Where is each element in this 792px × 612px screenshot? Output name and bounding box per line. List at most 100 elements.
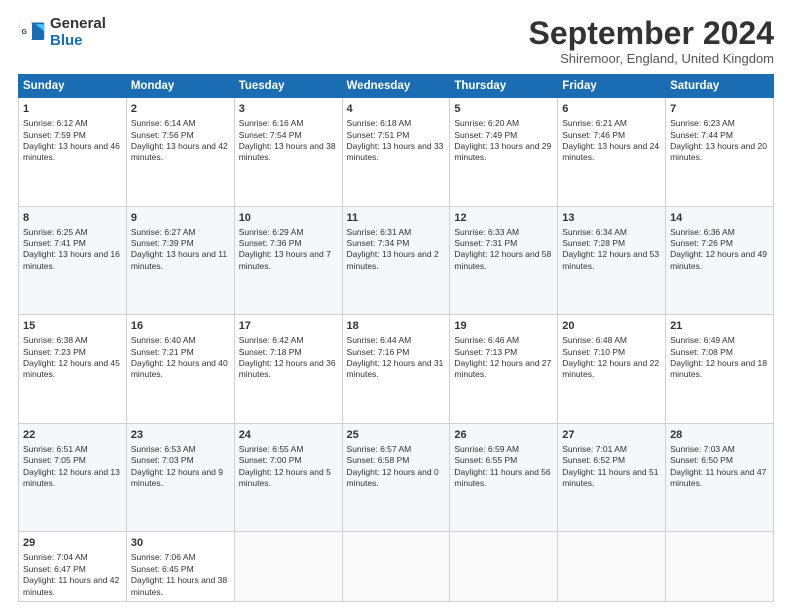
day-number: 24 [239,428,338,443]
sunrise-label: Sunrise: 6:14 AM [131,118,196,128]
sunrise-label: Sunrise: 6:29 AM [239,227,304,237]
sunset-label: Sunset: 7:26 PM [670,238,733,248]
logo-text: General Blue [50,16,106,49]
table-row: 29 Sunrise: 7:04 AM Sunset: 6:47 PM Dayl… [19,532,127,602]
daylight-label: Daylight: 11 hours and 51 minutes. [562,467,658,488]
table-row: 21 Sunrise: 6:49 AM Sunset: 7:08 PM Dayl… [666,315,774,424]
daylight-label: Daylight: 12 hours and 45 minutes. [23,358,120,379]
table-row: 4 Sunrise: 6:18 AM Sunset: 7:51 PM Dayli… [342,98,450,207]
table-row: 28 Sunrise: 7:03 AM Sunset: 6:50 PM Dayl… [666,423,774,532]
sunrise-label: Sunrise: 6:42 AM [239,335,304,345]
calendar-table: Sunday Monday Tuesday Wednesday Thursday… [18,74,774,602]
daylight-label: Daylight: 12 hours and 0 minutes. [347,467,439,488]
sunrise-label: Sunrise: 6:21 AM [562,118,627,128]
sunrise-label: Sunrise: 6:46 AM [454,335,519,345]
day-number: 22 [23,428,122,443]
calendar-page: G General Blue September 2024 Shiremoor,… [0,0,792,612]
sunset-label: Sunset: 6:52 PM [562,455,625,465]
sunrise-label: Sunrise: 7:06 AM [131,552,196,562]
daylight-label: Daylight: 11 hours and 47 minutes. [670,467,766,488]
sunset-label: Sunset: 7:34 PM [347,238,410,248]
table-row: 20 Sunrise: 6:48 AM Sunset: 7:10 PM Dayl… [558,315,666,424]
sunrise-label: Sunrise: 6:12 AM [23,118,88,128]
sunrise-label: Sunrise: 6:34 AM [562,227,627,237]
sunrise-label: Sunrise: 6:59 AM [454,444,519,454]
sunset-label: Sunset: 7:23 PM [23,347,86,357]
sunset-label: Sunset: 7:36 PM [239,238,302,248]
daylight-label: Daylight: 12 hours and 22 minutes. [562,358,659,379]
table-row: 3 Sunrise: 6:16 AM Sunset: 7:54 PM Dayli… [234,98,342,207]
sunrise-label: Sunrise: 6:40 AM [131,335,196,345]
table-row: 14 Sunrise: 6:36 AM Sunset: 7:26 PM Dayl… [666,206,774,315]
sunrise-label: Sunrise: 6:31 AM [347,227,412,237]
sunset-label: Sunset: 7:41 PM [23,238,86,248]
sunrise-label: Sunrise: 7:01 AM [562,444,627,454]
daylight-label: Daylight: 12 hours and 27 minutes. [454,358,551,379]
daylight-label: Daylight: 12 hours and 53 minutes. [562,249,659,270]
day-number: 8 [23,211,122,226]
day-number: 13 [562,211,661,226]
sunset-label: Sunset: 7:00 PM [239,455,302,465]
sunrise-label: Sunrise: 6:53 AM [131,444,196,454]
daylight-label: Daylight: 12 hours and 31 minutes. [347,358,444,379]
sunset-label: Sunset: 6:55 PM [454,455,517,465]
daylight-label: Daylight: 13 hours and 33 minutes. [347,141,444,162]
sunrise-label: Sunrise: 6:23 AM [670,118,735,128]
col-monday: Monday [126,75,234,98]
table-row: 13 Sunrise: 6:34 AM Sunset: 7:28 PM Dayl… [558,206,666,315]
daylight-label: Daylight: 12 hours and 9 minutes. [131,467,223,488]
sunset-label: Sunset: 7:13 PM [454,347,517,357]
sunset-label: Sunset: 6:47 PM [23,564,86,574]
sunrise-label: Sunrise: 6:55 AM [239,444,304,454]
table-row: 11 Sunrise: 6:31 AM Sunset: 7:34 PM Dayl… [342,206,450,315]
table-row: 18 Sunrise: 6:44 AM Sunset: 7:16 PM Dayl… [342,315,450,424]
sunset-label: Sunset: 7:44 PM [670,130,733,140]
day-number: 30 [131,536,230,551]
daylight-label: Daylight: 12 hours and 13 minutes. [23,467,120,488]
sunrise-label: Sunrise: 6:33 AM [454,227,519,237]
daylight-label: Daylight: 12 hours and 36 minutes. [239,358,336,379]
sunrise-label: Sunrise: 6:48 AM [562,335,627,345]
daylight-label: Daylight: 12 hours and 58 minutes. [454,249,551,270]
table-row: 1 Sunrise: 6:12 AM Sunset: 7:59 PM Dayli… [19,98,127,207]
day-number: 16 [131,319,230,334]
header-row: Sunday Monday Tuesday Wednesday Thursday… [19,75,774,98]
sunrise-label: Sunrise: 6:25 AM [23,227,88,237]
day-number: 5 [454,102,553,117]
sunset-label: Sunset: 7:54 PM [239,130,302,140]
daylight-label: Daylight: 13 hours and 16 minutes. [23,249,120,270]
day-number: 1 [23,102,122,117]
daylight-label: Daylight: 13 hours and 29 minutes. [454,141,551,162]
sunrise-label: Sunrise: 6:49 AM [670,335,735,345]
daylight-label: Daylight: 11 hours and 56 minutes. [454,467,550,488]
location: Shiremoor, England, United Kingdom [529,51,774,66]
day-number: 10 [239,211,338,226]
table-row: 23 Sunrise: 6:53 AM Sunset: 7:03 PM Dayl… [126,423,234,532]
table-row [342,532,450,602]
table-row: 16 Sunrise: 6:40 AM Sunset: 7:21 PM Dayl… [126,315,234,424]
sunrise-label: Sunrise: 6:38 AM [23,335,88,345]
col-wednesday: Wednesday [342,75,450,98]
table-row: 15 Sunrise: 6:38 AM Sunset: 7:23 PM Dayl… [19,315,127,424]
month-title: September 2024 [529,16,774,51]
daylight-label: Daylight: 13 hours and 7 minutes. [239,249,331,270]
col-friday: Friday [558,75,666,98]
table-row: 5 Sunrise: 6:20 AM Sunset: 7:49 PM Dayli… [450,98,558,207]
sunset-label: Sunset: 7:46 PM [562,130,625,140]
daylight-label: Daylight: 12 hours and 49 minutes. [670,249,767,270]
day-number: 11 [347,211,446,226]
sunrise-label: Sunrise: 6:27 AM [131,227,196,237]
header: G General Blue September 2024 Shiremoor,… [18,16,774,66]
table-row: 10 Sunrise: 6:29 AM Sunset: 7:36 PM Dayl… [234,206,342,315]
day-number: 21 [670,319,769,334]
daylight-label: Daylight: 12 hours and 5 minutes. [239,467,331,488]
day-number: 19 [454,319,553,334]
table-row: 17 Sunrise: 6:42 AM Sunset: 7:18 PM Dayl… [234,315,342,424]
daylight-label: Daylight: 11 hours and 42 minutes. [23,575,119,596]
day-number: 17 [239,319,338,334]
logo-blue: Blue [50,33,106,50]
table-row [450,532,558,602]
sunset-label: Sunset: 7:28 PM [562,238,625,248]
daylight-label: Daylight: 13 hours and 2 minutes. [347,249,439,270]
day-number: 2 [131,102,230,117]
